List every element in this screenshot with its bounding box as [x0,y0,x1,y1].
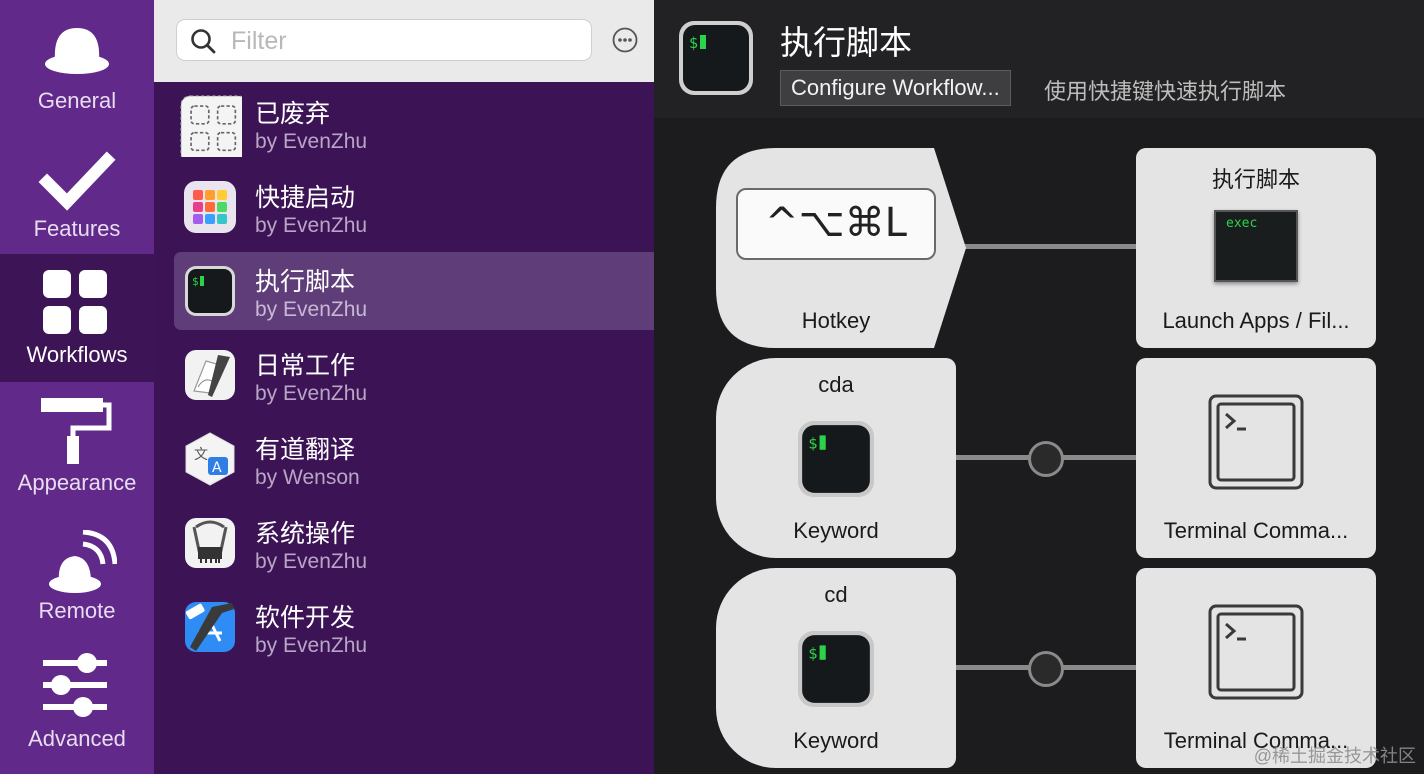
sliders-icon [43,653,107,717]
hotkey-keys-box: ^⌥⌘L [736,188,936,260]
search-field[interactable] [176,19,592,61]
grid-icon [43,270,107,334]
terminal-window-icon [1208,604,1304,700]
workflow-title: 快捷启动 [255,184,356,212]
workflow-item[interactable]: 日常工作 by EvenZhu [174,336,654,414]
connection-line [964,244,1136,249]
nav-label: Appearance [17,470,137,495]
terminal-command-node[interactable]: Terminal Comma... [1136,568,1376,768]
paint-roller-icon [41,398,112,464]
workflow-item[interactable]: 文 A 有道翻译 by Wenson [174,420,654,498]
workflow-author: by EvenZhu [255,634,368,657]
workflow-title: 有道翻译 [255,436,356,464]
checkmark-icon [38,151,116,211]
configure-workflow-button[interactable]: Configure Workflow... [780,70,1011,106]
nav-label: Features [33,216,121,241]
exec-app-icon: exec [1214,210,1298,282]
nav-label: Advanced [28,726,126,751]
workflow-title: 日常工作 [255,352,356,380]
workflow-item[interactable]: 系统操作 by EvenZhu [174,504,654,582]
workflow-author: by EvenZhu [255,214,368,237]
deprecated-placeholder-icon [180,95,242,157]
filter-bar [154,0,654,82]
workflow-author: by EvenZhu [255,298,368,321]
launcher-grid-icon [184,181,236,233]
nav-label: Remote [38,598,116,623]
workflow-title: 执行脚本 [255,268,356,296]
translate-icon: 文 A [185,432,235,486]
svg-text:文: 文 [194,447,208,463]
nav-advanced[interactable]: Advanced [0,638,154,766]
nav-workflows[interactable]: Workflows [0,254,154,382]
node-title: 执行脚本 [1211,167,1300,192]
workflow-item-selected[interactable]: $ 执行脚本 by EvenZhu [174,252,654,330]
svg-text:$: $ [689,34,698,52]
svg-text:A: A [212,460,222,476]
keyword-title: cd [824,582,848,607]
workflow-description: 使用快捷键快速执行脚本 [1044,79,1287,104]
workflow-title: 已废弃 [255,100,331,128]
workflow-item[interactable]: 已废弃 by EvenZhu [174,84,654,162]
terminal-window-icon [1208,394,1304,490]
workflow-author: by Wenson [255,466,360,489]
terminal-icon: $ [185,266,235,316]
workflow-list-panel: 已废弃 by EvenZhu 快捷启动 by EvenZhu $ 执行脚本 by… [154,0,654,774]
svg-text:$: $ [808,645,817,663]
terminal-command-node[interactable]: Terminal Comma... [1136,358,1376,558]
workflow-title: 软件开发 [255,604,356,632]
terminal-icon: $ [679,21,753,95]
svg-text:$: $ [192,275,199,288]
workflow-item[interactable]: 快捷启动 by EvenZhu [174,168,654,246]
node-label: Keyword [793,728,879,753]
watermark: @稀土掘金技术社区 [1253,746,1416,766]
nav-appearance[interactable]: Appearance [0,382,154,510]
search-input[interactable] [229,26,583,56]
remote-hat-icon [49,530,117,593]
nav-features[interactable]: Features [0,128,154,256]
connection-node[interactable] [1028,651,1064,687]
keyword-title: cda [818,372,854,397]
editor-header: $ 执行脚本 Configure Workflow... 使用快捷键快速执行脚本 [654,0,1424,118]
keyword-input-node[interactable]: cd $ Keyword [716,568,956,768]
exec-icon-text: exec [1226,216,1258,231]
hotkey-trigger-node[interactable]: ^⌥⌘L Hotkey [716,148,966,348]
xcode-beta-icon [185,602,235,652]
node-label: Hotkey [801,308,871,333]
hat-icon [45,28,109,74]
node-label: Launch Apps / Fil... [1162,308,1350,333]
nav-label: Workflows [26,342,128,367]
search-icon [191,29,216,54]
keyword-input-node[interactable]: cda $ Keyword [716,358,956,558]
workflow-author: by EvenZhu [255,130,368,153]
workflow-item[interactable]: 软件开发 by EvenZhu [174,588,654,666]
connection-node[interactable] [1028,441,1064,477]
launch-apps-action-node[interactable]: 执行脚本 exec Launch Apps / Fil... [1136,148,1376,348]
nav-label: General [37,88,117,113]
hotkey-keys: ^⌥⌘L [765,200,907,246]
system-utility-icon [185,518,235,568]
svg-text:$: $ [808,435,817,453]
nav-general[interactable]: General [0,0,154,128]
workflow-author: by EvenZhu [255,382,368,405]
nav-remote[interactable]: Remote [0,510,154,638]
node-label: Terminal Comma... [1163,518,1349,543]
workflow-heading: 执行脚本 [780,24,912,61]
workflow-author: by EvenZhu [255,550,368,573]
more-options-icon[interactable] [612,27,638,53]
workflow-editor: $ 执行脚本 Configure Workflow... 使用快捷键快速执行脚本… [654,0,1424,774]
script-editor-icon [185,350,235,400]
node-label: Keyword [793,518,879,543]
workflow-title: 系统操作 [255,520,356,548]
terminal-icon: $ [798,421,874,497]
terminal-icon: $ [798,631,874,707]
preferences-sidebar: General Features Workflows Appearance Re… [0,0,154,774]
